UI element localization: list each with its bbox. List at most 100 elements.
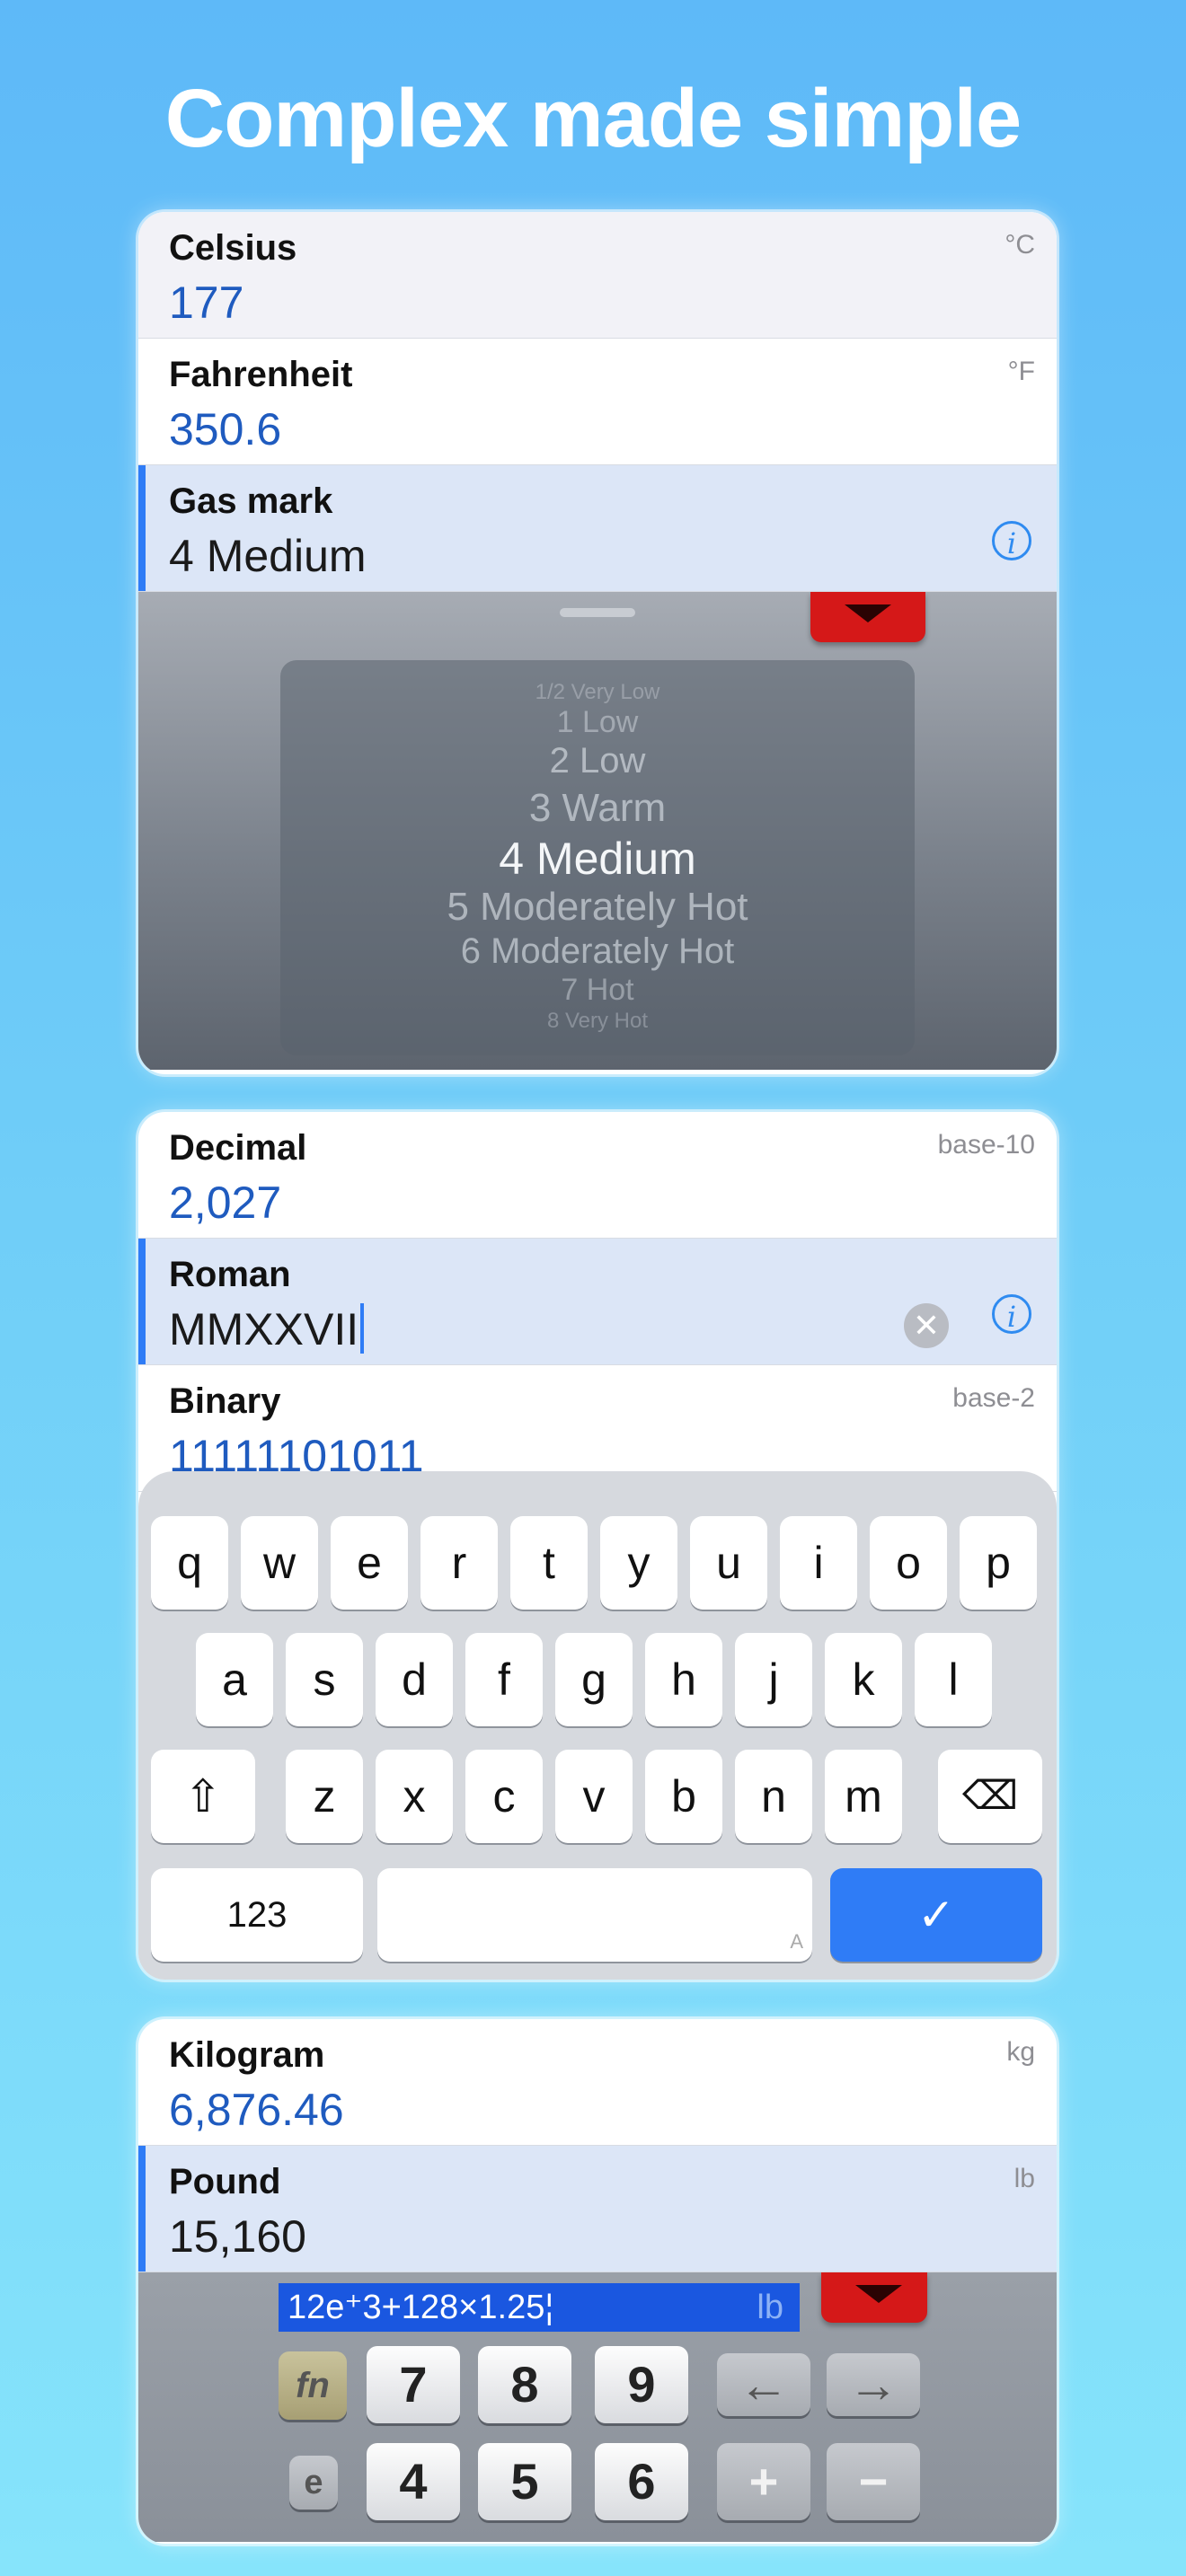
- key-y[interactable]: y: [600, 1516, 677, 1610]
- decimal-label: Decimal: [169, 1128, 307, 1168]
- pound-unit: lb: [1013, 2164, 1035, 2193]
- exponent-key[interactable]: e: [289, 2456, 338, 2510]
- key-f[interactable]: f: [465, 1633, 543, 1726]
- done-key[interactable]: ✓: [830, 1868, 1042, 1962]
- key-5[interactable]: 5: [478, 2443, 571, 2520]
- text-cursor: [360, 1303, 365, 1354]
- wheel-item[interactable]: 6 Moderately Hot: [280, 931, 915, 972]
- pound-value[interactable]: 15,160: [169, 2210, 306, 2263]
- fahrenheit-value[interactable]: 350.6: [169, 403, 281, 455]
- plus-key[interactable]: +: [717, 2443, 810, 2520]
- info-icon[interactable]: i: [992, 521, 1031, 560]
- expression-field[interactable]: 12e⁺3+128×1.25¦ lb: [279, 2283, 800, 2332]
- kilogram-unit: kg: [1006, 2037, 1035, 2067]
- key-9[interactable]: 9: [595, 2346, 688, 2423]
- wheel-item[interactable]: 2 Low: [280, 741, 915, 781]
- kilogram-row[interactable]: Kilogram 6,876.46 kg: [138, 2019, 1057, 2146]
- roman-value: MMXXVII: [169, 1304, 359, 1354]
- key-m[interactable]: m: [825, 1750, 902, 1843]
- key-b[interactable]: b: [645, 1750, 722, 1843]
- key-a[interactable]: a: [196, 1633, 273, 1726]
- key-r[interactable]: r: [420, 1516, 498, 1610]
- celsius-unit: °C: [1005, 230, 1035, 260]
- expression-unit: lb: [757, 2289, 783, 2326]
- kilogram-value[interactable]: 6,876.46: [169, 2084, 344, 2136]
- key-n[interactable]: n: [735, 1750, 812, 1843]
- clear-icon[interactable]: ✕: [904, 1303, 949, 1348]
- fahrenheit-label: Fahrenheit: [169, 355, 353, 394]
- dismiss-chevron-icon[interactable]: [821, 2272, 927, 2323]
- key-z[interactable]: z: [286, 1750, 363, 1843]
- key-l[interactable]: l: [915, 1633, 992, 1726]
- fn-key[interactable]: fn: [279, 2351, 347, 2420]
- gas-mark-picker-panel: 1/2 Very Low 1 Low 2 Low 3 Warm 4 Medium…: [138, 592, 1057, 1070]
- binary-unit: base-2: [952, 1383, 1035, 1413]
- key-j[interactable]: j: [735, 1633, 812, 1726]
- key-h[interactable]: h: [645, 1633, 722, 1726]
- key-e[interactable]: e: [331, 1516, 408, 1610]
- celsius-label: Celsius: [169, 228, 297, 268]
- key-d[interactable]: d: [376, 1633, 453, 1726]
- decimal-value[interactable]: 2,027: [169, 1177, 281, 1229]
- number-card: Decimal 2,027 base-10 Roman MMXXVII ✕ i …: [138, 1112, 1057, 1980]
- weight-card: Kilogram 6,876.46 kg Pound 15,160 lb 12e…: [138, 2019, 1057, 2544]
- key-i[interactable]: i: [780, 1516, 857, 1610]
- fahrenheit-unit: °F: [1007, 357, 1035, 386]
- temperature-card: Celsius 177 °C Fahrenheit 350.6 °F Gas m…: [138, 212, 1057, 1074]
- key-u[interactable]: u: [690, 1516, 767, 1610]
- celsius-row[interactable]: Celsius 177 °C: [138, 212, 1057, 339]
- roman-input[interactable]: MMXXVII: [169, 1303, 365, 1355]
- wheel-item[interactable]: 5 Moderately Hot: [280, 885, 915, 930]
- wheel-item[interactable]: 7 Hot: [280, 973, 915, 1008]
- key-k[interactable]: k: [825, 1633, 902, 1726]
- key-g[interactable]: g: [555, 1633, 633, 1726]
- shift-key[interactable]: ⇧: [151, 1750, 255, 1843]
- drag-handle[interactable]: [560, 608, 635, 617]
- minus-key[interactable]: −: [827, 2443, 920, 2520]
- expression-text: 12e⁺3+128×1.25¦: [288, 2289, 554, 2326]
- key-q[interactable]: q: [151, 1516, 228, 1610]
- decimal-unit: base-10: [937, 1130, 1035, 1160]
- gas-mark-value[interactable]: 4 Medium: [169, 530, 367, 582]
- key-p[interactable]: p: [960, 1516, 1037, 1610]
- numbers-key[interactable]: 123: [151, 1868, 363, 1962]
- celsius-value[interactable]: 177: [169, 277, 243, 329]
- cursor-right-key[interactable]: →: [827, 2353, 920, 2416]
- fahrenheit-row[interactable]: Fahrenheit 350.6 °F: [138, 339, 1057, 465]
- key-w[interactable]: w: [241, 1516, 318, 1610]
- cursor-left-key[interactable]: ←: [717, 2353, 810, 2416]
- calculator-keypad: 12e⁺3+128×1.25¦ lb fn 7 8 9 ← → e 4 5 6 …: [138, 2272, 1057, 2542]
- keyboard: q w e r t y u i o p a s d f g h j k l ⇧ …: [138, 1471, 1057, 1980]
- headline: Complex made simple: [164, 73, 1022, 164]
- pound-row[interactable]: Pound 15,160 lb: [138, 2146, 1057, 2272]
- info-icon[interactable]: i: [992, 1294, 1031, 1334]
- gas-mark-row[interactable]: Gas mark 4 Medium i: [138, 465, 1057, 592]
- roman-label: Roman: [169, 1255, 291, 1294]
- gas-mark-label: Gas mark: [169, 481, 333, 521]
- pound-label: Pound: [169, 2162, 281, 2201]
- kilogram-label: Kilogram: [169, 2035, 325, 2075]
- key-s[interactable]: s: [286, 1633, 363, 1726]
- gas-mark-wheel[interactable]: 1/2 Very Low 1 Low 2 Low 3 Warm 4 Medium…: [280, 660, 915, 1055]
- binary-label: Binary: [169, 1381, 281, 1421]
- space-hint: A: [790, 1930, 803, 1953]
- key-8[interactable]: 8: [478, 2346, 571, 2423]
- roman-row[interactable]: Roman MMXXVII ✕ i: [138, 1239, 1057, 1365]
- key-7[interactable]: 7: [367, 2346, 460, 2423]
- space-key[interactable]: A: [377, 1868, 812, 1962]
- key-c[interactable]: c: [465, 1750, 543, 1843]
- wheel-item[interactable]: 3 Warm: [280, 786, 915, 831]
- key-x[interactable]: x: [376, 1750, 453, 1843]
- key-o[interactable]: o: [870, 1516, 947, 1610]
- decimal-row[interactable]: Decimal 2,027 base-10: [138, 1112, 1057, 1239]
- wheel-item[interactable]: 1 Low: [280, 705, 915, 740]
- wheel-item-selected[interactable]: 4 Medium: [280, 833, 915, 885]
- dismiss-chevron-icon[interactable]: [810, 592, 925, 642]
- key-4[interactable]: 4: [367, 2443, 460, 2520]
- wheel-item[interactable]: 8 Very Hot: [280, 1009, 915, 1034]
- backspace-key[interactable]: ⌫: [938, 1750, 1042, 1843]
- key-v[interactable]: v: [555, 1750, 633, 1843]
- key-t[interactable]: t: [510, 1516, 588, 1610]
- key-6[interactable]: 6: [595, 2443, 688, 2520]
- wheel-item[interactable]: 1/2 Very Low: [280, 680, 915, 705]
